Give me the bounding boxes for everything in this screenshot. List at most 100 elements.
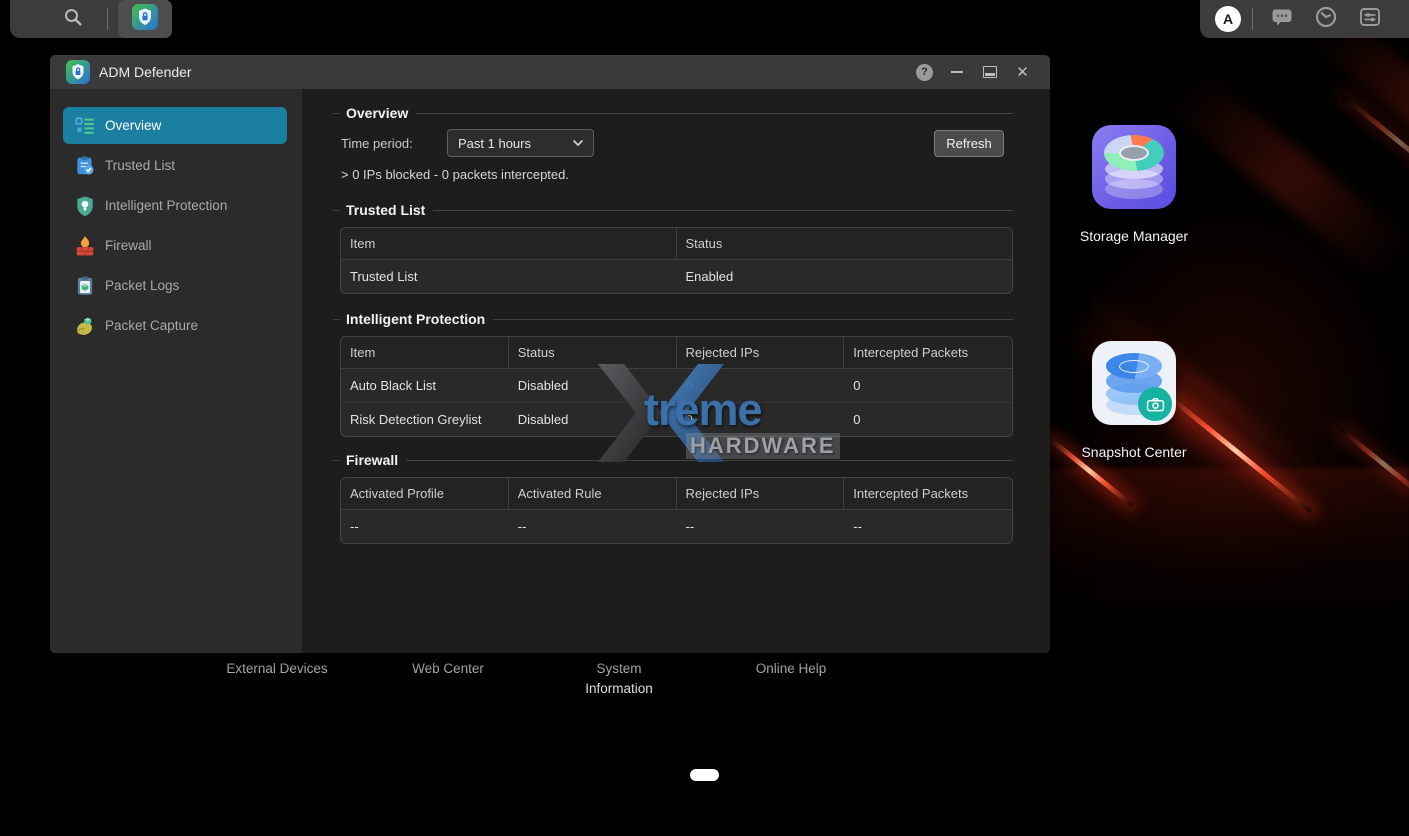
table-cell: Disabled	[509, 403, 677, 436]
sidebar-item-overview[interactable]: Overview	[63, 107, 287, 144]
taskbar-divider	[1252, 8, 1253, 30]
taskbar-left-group	[10, 0, 168, 38]
sidebar-item-label: Overview	[105, 118, 161, 133]
desktop-icon-label-web-center[interactable]: Web Center	[378, 659, 518, 679]
taskbar-indicator-pill[interactable]	[690, 769, 719, 781]
column-header: Status	[509, 337, 677, 368]
overview-summary: > 0 IPs blocked - 0 packets intercepted.	[341, 167, 569, 182]
section-title-text: Firewall	[346, 452, 398, 468]
minimize-icon	[951, 71, 963, 73]
user-avatar[interactable]: A	[1215, 6, 1241, 32]
firewall-table: Activated Profile Activated Rule Rejecte…	[340, 477, 1013, 544]
table-header-row: Item Status Rejected IPs Intercepted Pac…	[341, 337, 1012, 369]
section-title-text: Intelligent Protection	[346, 311, 485, 327]
maximize-button[interactable]	[980, 63, 999, 82]
window-body: Overview Trusted List Intelligent Protec…	[50, 89, 1050, 653]
chevron-down-icon	[572, 139, 584, 147]
table-row: -- -- -- --	[341, 510, 1012, 543]
help-button[interactable]: ?	[916, 64, 933, 81]
taskbar-divider	[107, 8, 108, 30]
column-header: Item	[341, 228, 677, 259]
disk-ring	[1119, 360, 1149, 373]
packet-logs-icon	[74, 275, 96, 297]
table-cell: --	[509, 510, 677, 543]
wallpaper-floor-reflection	[1015, 468, 1409, 633]
table-row: Auto Black List Disabled 0 0	[341, 369, 1012, 403]
refresh-button[interactable]: Refresh	[934, 130, 1004, 157]
search-button[interactable]	[58, 7, 88, 31]
column-header: Intercepted Packets	[844, 478, 1012, 509]
overview-icon	[74, 115, 96, 137]
preferences-button[interactable]	[1358, 7, 1382, 31]
divider	[493, 319, 1013, 320]
table-cell: Trusted List	[341, 260, 677, 293]
snapshot-center-icon	[1092, 341, 1176, 425]
column-header: Rejected IPs	[677, 337, 845, 368]
table-row: Risk Detection Greylist Disabled 0 0	[341, 403, 1012, 436]
packet-capture-icon	[74, 315, 96, 337]
time-period-value: Past 1 hours	[458, 136, 572, 151]
divider	[416, 113, 1013, 114]
window-titlebar[interactable]: ADM Defender ? ✕	[50, 55, 1050, 89]
desktop-icon-label[interactable]: Storage Manager	[1059, 228, 1209, 244]
sidebar-item-trusted-list[interactable]: Trusted List	[63, 147, 287, 184]
trusted-list-table: Item Status Trusted List Enabled	[340, 227, 1013, 294]
adm-defender-app-icon	[132, 4, 158, 35]
camera-badge	[1138, 387, 1172, 421]
window-title: ADM Defender	[99, 55, 192, 89]
divider	[333, 460, 340, 461]
table-cell: 0	[677, 369, 845, 402]
section-title-intelligent-protection: Intelligent Protection	[333, 311, 1013, 327]
table-cell: 0	[844, 369, 1012, 402]
section-title-overview: Overview	[333, 105, 1013, 121]
table-cell: Enabled	[677, 260, 1013, 293]
minimize-button[interactable]	[947, 63, 966, 82]
desktop-icon-snapshot-center[interactable]	[1064, 341, 1204, 425]
disk-hub	[1119, 145, 1149, 161]
divider	[333, 210, 340, 211]
table-cell: Auto Black List	[341, 369, 509, 402]
table-cell: 0	[677, 403, 845, 436]
column-header: Activated Profile	[341, 478, 509, 509]
desktop: A ADM Defender ?	[0, 0, 1409, 836]
time-period-label: Time period:	[341, 136, 413, 151]
divider	[406, 460, 1013, 461]
trusted-list-icon	[74, 155, 96, 177]
firewall-icon	[74, 235, 96, 257]
sidebar-item-label: Packet Capture	[105, 318, 198, 333]
section-title-trusted-list: Trusted List	[333, 202, 1013, 218]
sidebar-item-packet-logs[interactable]: Packet Logs	[63, 267, 287, 304]
desktop-icon-storage-manager[interactable]	[1064, 125, 1204, 209]
sliders-icon	[1358, 5, 1382, 34]
section-title-text: Overview	[346, 105, 408, 121]
sidebar-item-intelligent-protection[interactable]: Intelligent Protection	[63, 187, 287, 224]
taskbar-active-app-adm-defender[interactable]	[118, 0, 172, 38]
sidebar-item-packet-capture[interactable]: Packet Capture	[63, 307, 287, 344]
desktop-icon-label-external-devices[interactable]: External Devices	[207, 659, 347, 679]
table-cell: Risk Detection Greylist	[341, 403, 509, 436]
column-header: Activated Rule	[509, 478, 677, 509]
main-content: Overview Time period: Past 1 hours Refre…	[302, 89, 1050, 653]
notifications-button[interactable]	[1270, 7, 1294, 31]
close-button[interactable]: ✕	[1013, 63, 1032, 82]
sidebar-item-label: Packet Logs	[105, 278, 179, 293]
sidebar-item-firewall[interactable]: Firewall	[63, 227, 287, 264]
divider	[333, 319, 340, 320]
shield-bulb-icon	[74, 195, 96, 217]
table-cell: --	[341, 510, 509, 543]
time-period-select[interactable]: Past 1 hours	[447, 129, 594, 157]
table-header-row: Item Status	[341, 228, 1012, 260]
desktop-icon-label[interactable]: Snapshot Center	[1059, 444, 1209, 460]
table-cell: 0	[844, 403, 1012, 436]
column-header: Item	[341, 337, 509, 368]
divider	[433, 210, 1013, 211]
adm-defender-window: ADM Defender ? ✕ Overview	[50, 55, 1050, 653]
column-header: Rejected IPs	[677, 478, 845, 509]
sidebar-item-label: Intelligent Protection	[105, 198, 227, 213]
table-row: Trusted List Enabled	[341, 260, 1012, 293]
desktop-icon-label-online-help[interactable]: Online Help	[721, 659, 861, 679]
system-monitor-button[interactable]	[1314, 7, 1338, 31]
column-header: Intercepted Packets	[844, 337, 1012, 368]
divider	[333, 113, 340, 114]
desktop-icon-label-system-information[interactable]: System Information	[569, 659, 669, 698]
